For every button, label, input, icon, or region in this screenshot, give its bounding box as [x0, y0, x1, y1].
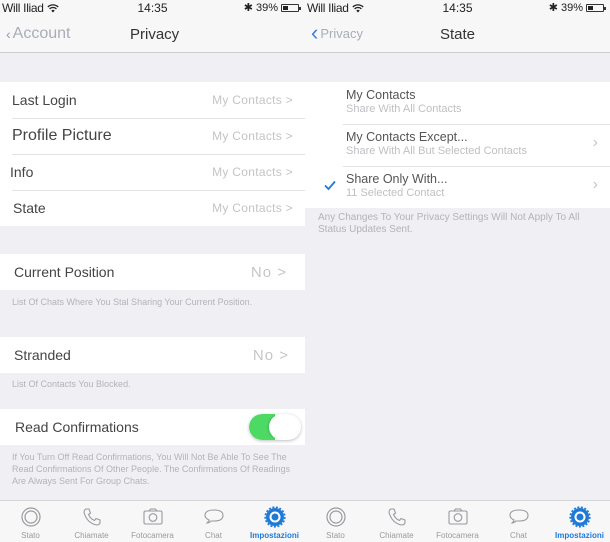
row-stranded[interactable]: Stranded No >	[0, 337, 305, 373]
option-title: My Contacts	[346, 88, 416, 102]
battery-percent: 39%	[560, 1, 583, 14]
tab-label: Stato	[21, 531, 40, 540]
chevron-left-icon: ‹	[6, 26, 11, 42]
option-title: Share Only With...	[346, 172, 448, 186]
row-last-login[interactable]: Last Login My Contacts >	[0, 82, 305, 118]
tab-status[interactable]: Stato	[305, 501, 366, 542]
tab-settings[interactable]: Impostazioni	[244, 501, 305, 542]
status-bar: Will Iliad 14:35 ✱ 39%	[305, 0, 610, 17]
read-confirmations-group: Read Confirmations	[0, 409, 305, 445]
tab-label: Fotocamera	[436, 531, 479, 540]
tab-bar: Stato Chiamate Fotocamera Chat Impostazi…	[0, 500, 305, 542]
state-options-group: My Contacts Share With All Contacts My C…	[305, 82, 610, 208]
option-my-contacts[interactable]: My Contacts Share With All Contacts	[305, 82, 610, 124]
page-title: State	[439, 26, 476, 43]
back-label: Account	[12, 25, 71, 42]
option-my-contacts-except[interactable]: My Contacts Except... Share With All But…	[305, 124, 610, 166]
row-label: Stranded	[14, 347, 71, 363]
tab-label: Fotocamera	[131, 531, 174, 540]
tab-calls[interactable]: Chiamate	[61, 501, 122, 542]
row-label: Read Confirmations	[15, 419, 139, 435]
nav-bar: ‹ Privacy State	[305, 17, 610, 53]
battery-icon	[586, 3, 606, 12]
option-share-only-with[interactable]: Share Only With... 11 Selected Contact ›	[305, 166, 610, 208]
chat-icon	[508, 509, 529, 524]
tab-bar: Stato Chiamate Fotocamera Chat Impostazi…	[305, 500, 610, 542]
privacy-screen: Will Iliad 14:35 ✱ 39% ‹ Account Privacy…	[0, 0, 305, 542]
tab-label: Chat	[205, 531, 222, 540]
bluetooth-icon: ✱	[243, 2, 253, 14]
option-title: My Contacts Except...	[346, 130, 468, 144]
status-icon	[20, 507, 41, 527]
tab-chat[interactable]: Chat	[488, 501, 549, 542]
row-label: Info	[10, 164, 34, 180]
stranded-group: Stranded No >	[0, 337, 305, 373]
privacy-visibility-group: Last Login My Contacts > Profile Picture…	[0, 82, 305, 226]
tab-chat[interactable]: Chat	[183, 501, 244, 542]
checkmark-icon	[324, 180, 336, 191]
row-current-position[interactable]: Current Position No >	[0, 254, 305, 290]
row-value: My Contacts >	[212, 129, 293, 143]
row-value: No >	[252, 346, 289, 364]
read-confirmations-note: If You Turn Off Read Confirmations, You …	[12, 452, 290, 486]
option-subtitle: Share With All Contacts	[346, 103, 462, 115]
read-confirmations-toggle[interactable]	[249, 414, 301, 440]
chat-icon	[203, 509, 224, 524]
settings-icon	[568, 506, 591, 528]
row-profile-picture[interactable]: Profile Picture My Contacts >	[0, 118, 305, 154]
chevron-right-icon: ›	[592, 176, 598, 193]
tab-label: Chat	[510, 531, 527, 540]
option-subtitle: 11 Selected Contact	[346, 187, 445, 199]
tab-calls[interactable]: Chiamate	[366, 501, 427, 542]
tab-label: Chiamate	[379, 531, 414, 540]
row-label: Last Login	[12, 92, 77, 108]
phone-icon	[387, 508, 406, 526]
camera-icon	[142, 508, 163, 525]
tab-label: Impostazioni	[250, 531, 299, 540]
stranded-note: List Of Contacts You Blocked.	[12, 379, 131, 389]
tab-label: Impostazioni	[555, 531, 604, 540]
current-position-group: Current Position No >	[0, 254, 305, 290]
camera-icon	[447, 508, 468, 525]
row-label: State	[13, 200, 46, 216]
state-screen: Will Iliad 14:35 ✱ 39% ‹ Privacy State M…	[305, 0, 610, 542]
tab-label: Stato	[326, 531, 345, 540]
tab-camera[interactable]: Fotocamera	[427, 501, 488, 542]
battery-percent: 39%	[255, 1, 278, 14]
back-button[interactable]: ‹ Account	[6, 25, 70, 43]
current-position-note: List Of Chats Where You Stal Sharing You…	[12, 297, 253, 307]
row-value: My Contacts >	[212, 165, 293, 179]
row-value: My Contacts >	[212, 201, 293, 215]
status-icon	[325, 507, 346, 527]
row-state[interactable]: State My Contacts >	[0, 190, 305, 226]
bluetooth-icon: ✱	[548, 2, 558, 14]
option-subtitle: Share With All But Selected Contacts	[346, 145, 527, 157]
chevron-right-icon: ›	[592, 134, 598, 151]
privacy-changes-note: Any Changes To Your Privacy Settings Wil…	[318, 212, 580, 235]
battery-icon	[281, 3, 301, 12]
row-read-confirmations: Read Confirmations	[0, 409, 305, 445]
settings-icon	[263, 506, 286, 528]
row-label: Profile Picture	[12, 127, 112, 144]
page-title: Privacy	[130, 26, 180, 43]
toggle-knob	[269, 414, 299, 440]
row-value: No >	[250, 263, 287, 281]
row-label: Current Position	[14, 264, 115, 280]
nav-bar: ‹ Account Privacy	[0, 17, 305, 53]
row-value: My Contacts >	[212, 93, 293, 107]
status-bar: Will Iliad 14:35 ✱ 39%	[0, 0, 305, 17]
phone-icon	[82, 508, 101, 526]
tab-settings[interactable]: Impostazioni	[549, 501, 610, 542]
row-info[interactable]: Info My Contacts >	[0, 154, 305, 190]
tab-camera[interactable]: Fotocamera	[122, 501, 183, 542]
tab-label: Chiamate	[74, 531, 109, 540]
tab-status[interactable]: Stato	[0, 501, 61, 542]
